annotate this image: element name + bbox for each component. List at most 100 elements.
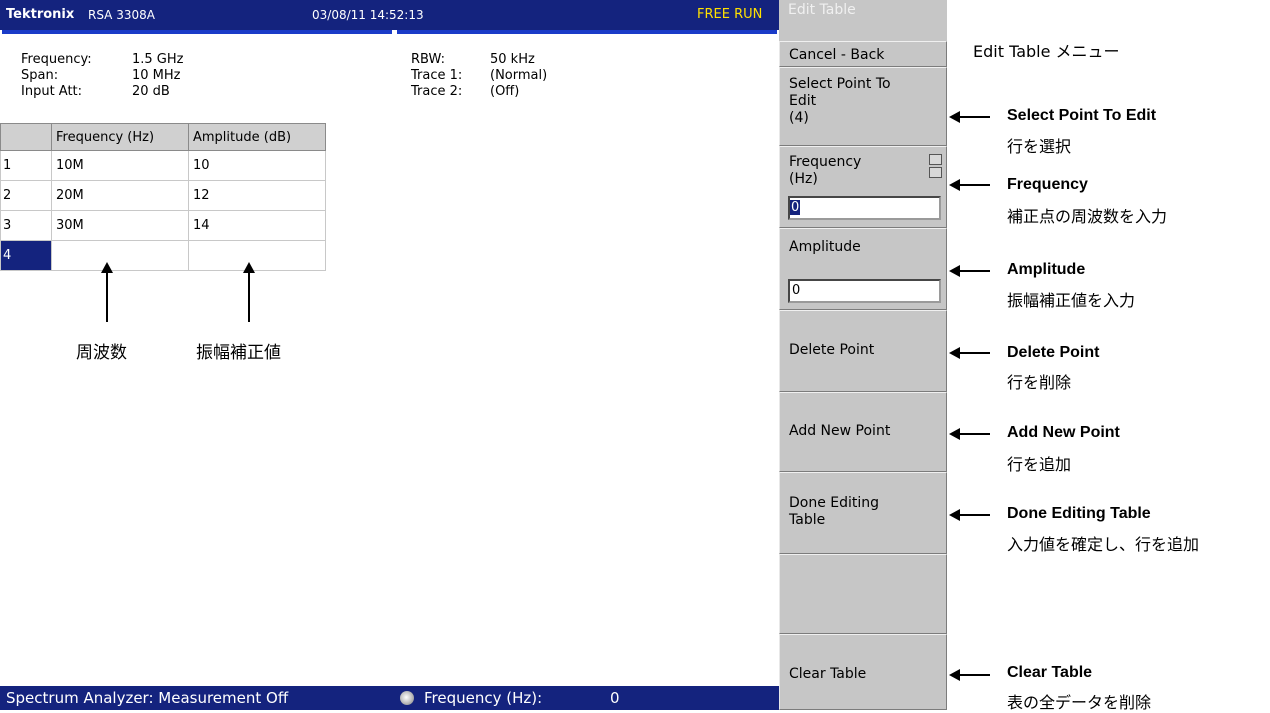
frequency-entry-label-line1: Frequency <box>789 154 862 170</box>
spin-down-icon[interactable] <box>929 167 942 178</box>
row-index: 1 <box>0 150 52 181</box>
amplitude-entry-label: Amplitude <box>789 239 861 255</box>
clear-table-label: Clear Table <box>789 666 867 682</box>
amplitude-cell[interactable]: 14 <box>188 210 326 241</box>
callout-arrow-icon <box>949 509 990 521</box>
knob-parameter-value: 0 <box>610 689 620 707</box>
setting-value: 10 MHz <box>132 68 181 83</box>
setting-value: 1.5 GHz <box>132 52 184 67</box>
table-row[interactable]: 3 30M 14 <box>0 210 326 241</box>
title-bar: Tektronix RSA 3308A 03/08/11 14:52:13 FR… <box>0 0 779 30</box>
callout-desc: 行を選択 <box>1007 137 1072 156</box>
table-row[interactable]: 2 20M 12 <box>0 180 326 211</box>
callout-desc: 入力値を確定し、行を追加 <box>1007 535 1200 554</box>
divider-segment-left <box>2 30 392 34</box>
knob-parameter-label: Frequency (Hz): <box>424 689 543 707</box>
select-point-label-line2: Edit <box>789 93 817 109</box>
column-header-frequency[interactable]: Frequency (Hz) <box>51 123 189 151</box>
done-editing-table-button[interactable]: Done Editing Table <box>779 472 947 554</box>
frequency-annotation: 周波数 <box>76 343 127 363</box>
add-new-point-button[interactable]: Add New Point <box>779 392 947 472</box>
setting-value: 50 kHz <box>490 52 535 67</box>
select-point-label-line1: Select Point To <box>789 76 891 92</box>
callout-title: Amplitude <box>1007 261 1086 278</box>
table-header-row: Frequency (Hz) Amplitude (dB) <box>0 123 326 151</box>
edit-table-menu: Edit Table Cancel - Back Select Point To… <box>779 0 947 710</box>
column-header-amplitude[interactable]: Amplitude (dB) <box>188 123 326 151</box>
amplitude-cell[interactable]: 10 <box>188 150 326 181</box>
table-row[interactable]: 1 10M 10 <box>0 150 326 181</box>
callout-desc: 行を追加 <box>1007 455 1072 474</box>
menu-caption: Edit Table メニュー <box>973 42 1120 61</box>
clear-table-button[interactable]: Clear Table <box>779 634 947 710</box>
frequency-entry-button[interactable]: Frequency (Hz) 0 <box>779 146 947 228</box>
instrument-model: RSA 3308A <box>88 8 155 22</box>
amplitude-cell[interactable]: 12 <box>188 180 326 211</box>
row-index-selected: 4 <box>0 240 52 271</box>
frequency-cell[interactable]: 20M <box>51 180 189 211</box>
add-new-point-label: Add New Point <box>789 423 891 439</box>
setting-value: (Normal) <box>490 68 548 83</box>
table-row-selected[interactable]: 4 <box>0 240 326 271</box>
callout-title: Select Point To Edit <box>1007 107 1157 124</box>
done-editing-label-line2: Table <box>789 512 826 528</box>
setting-label: Frequency: <box>21 52 92 67</box>
frequency-entry-label-line2: (Hz) <box>789 171 818 187</box>
row-index: 3 <box>0 210 52 241</box>
frequency-column-arrow-icon <box>101 262 113 322</box>
callout-desc: 表の全データを削除 <box>1007 693 1152 712</box>
callout-title: Done Editing Table <box>1007 505 1151 522</box>
brand-logo: Tektronix <box>6 7 75 22</box>
frequency-cell[interactable] <box>51 240 189 271</box>
row-index: 2 <box>0 180 52 211</box>
amplitude-annotation: 振幅補正値 <box>196 343 281 363</box>
callout-arrow-icon <box>949 428 990 440</box>
delete-point-button[interactable]: Delete Point <box>779 310 947 392</box>
amplitude-column-arrow-icon <box>243 262 255 322</box>
callout-title: Delete Point <box>1007 344 1100 361</box>
spin-up-icon[interactable] <box>929 154 942 165</box>
callout-title: Add New Point <box>1007 424 1120 441</box>
setting-label: Span: <box>21 68 59 83</box>
analyzer-screen: Tektronix RSA 3308A 03/08/11 14:52:13 FR… <box>0 0 779 710</box>
callout-title: Clear Table <box>1007 664 1093 681</box>
select-point-value: (4) <box>789 110 809 126</box>
callout-arrow-icon <box>949 111 990 123</box>
setting-label: Trace 2: <box>411 84 463 99</box>
callout-desc: 行を削除 <box>1007 373 1072 392</box>
marker-divider-bar <box>0 30 779 46</box>
done-editing-label-line1: Done Editing <box>789 495 880 511</box>
callout-arrow-icon <box>949 265 990 277</box>
column-header-index <box>0 123 52 151</box>
delete-point-label: Delete Point <box>789 342 875 358</box>
callout-arrow-icon <box>949 179 990 191</box>
frequency-input[interactable]: 0 <box>788 196 941 220</box>
amplitude-cell[interactable] <box>188 240 326 271</box>
status-bar: Spectrum Analyzer: Measurement Off Frequ… <box>0 686 779 710</box>
correction-table: Frequency (Hz) Amplitude (dB) 1 10M 10 2… <box>0 123 326 271</box>
frequency-cell[interactable]: 30M <box>51 210 189 241</box>
cancel-back-label: Cancel - Back <box>789 47 885 63</box>
menu-title: Edit Table <box>788 2 856 18</box>
frequency-cell[interactable]: 10M <box>51 150 189 181</box>
knob-icon <box>400 691 414 705</box>
amplitude-input-value: 0 <box>792 283 801 298</box>
setting-value: (Off) <box>490 84 520 99</box>
amplitude-input[interactable]: 0 <box>788 279 941 303</box>
callout-title: Frequency <box>1007 176 1088 193</box>
setting-value: 20 dB <box>132 84 170 99</box>
amplitude-entry-button[interactable]: Amplitude 0 <box>779 228 947 310</box>
datetime-readout: 03/08/11 14:52:13 <box>312 8 424 22</box>
frequency-input-value: 0 <box>790 200 801 215</box>
run-state-indicator: FREE RUN <box>697 7 763 22</box>
setting-label: Input Att: <box>21 84 83 99</box>
callout-arrow-icon <box>949 347 990 359</box>
callout-arrow-icon <box>949 669 990 681</box>
callout-desc: 補正点の周波数を入力 <box>1007 207 1168 226</box>
cancel-back-button[interactable]: Cancel - Back <box>779 41 947 67</box>
select-point-to-edit-button[interactable]: Select Point To Edit (4) <box>779 67 947 146</box>
setting-label: RBW: <box>411 52 445 67</box>
measurement-status: Spectrum Analyzer: Measurement Off <box>6 689 289 707</box>
blank-menu-button[interactable] <box>779 554 947 634</box>
callout-desc: 振幅補正値を入力 <box>1007 291 1136 310</box>
